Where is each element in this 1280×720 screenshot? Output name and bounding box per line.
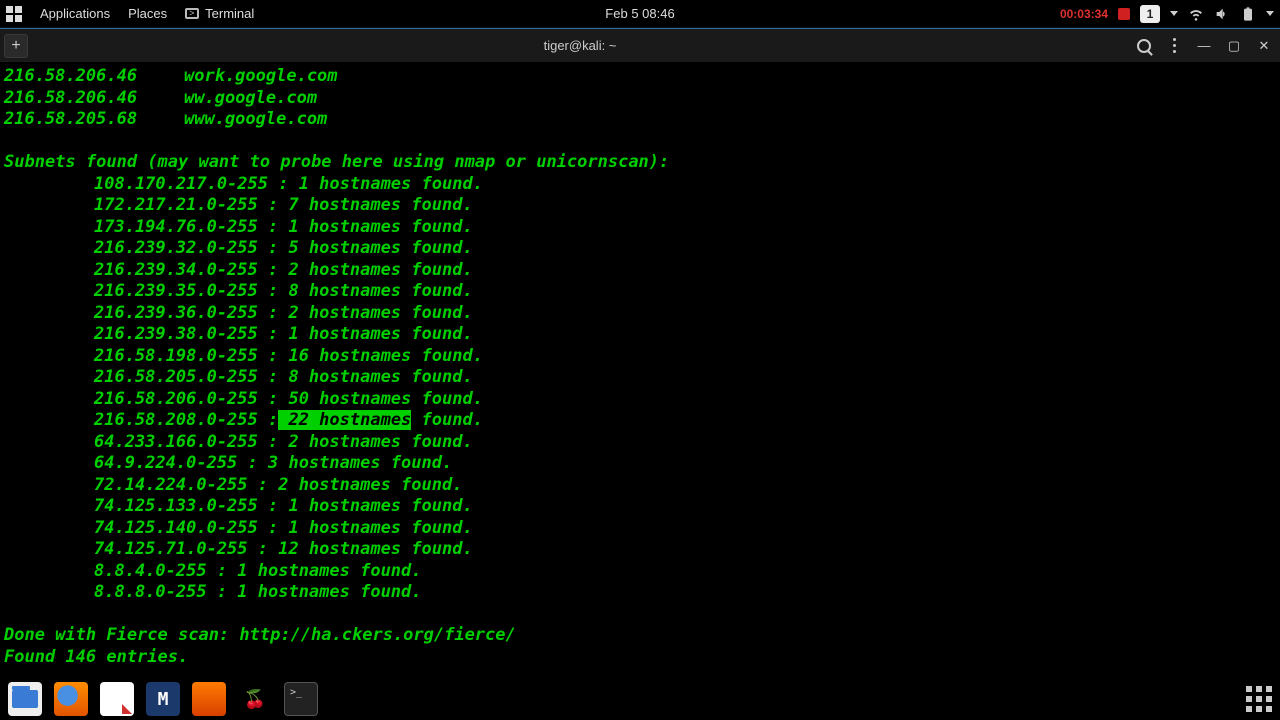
taskbar: M 🍒 xyxy=(0,678,1280,720)
workspace-indicator[interactable]: 1 xyxy=(1140,5,1160,23)
hamburger-menu-button[interactable] xyxy=(1162,34,1186,58)
metasploit-icon[interactable]: M xyxy=(146,682,180,716)
subnet-entry: 173.194.76.0-255 : 1 hostnames found. xyxy=(4,217,1276,239)
subnet-entry: 216.239.34.0-255 : 2 hostnames found. xyxy=(4,260,1276,282)
firefox-icon[interactable] xyxy=(54,682,88,716)
menu-applications[interactable]: Applications xyxy=(40,6,110,21)
maximize-button[interactable]: ▢ xyxy=(1222,34,1246,58)
menu-terminal-label: Terminal xyxy=(205,6,254,21)
gnome-topbar: Applications Places Terminal Feb 5 08:46… xyxy=(0,0,1280,28)
subnet-entry: 216.58.198.0-255 : 16 hostnames found. xyxy=(4,346,1276,368)
battery-icon[interactable] xyxy=(1240,6,1256,22)
done-line: Done with Fierce scan: http://ha.ckers.o… xyxy=(4,625,1276,647)
subnet-entry: 64.233.166.0-255 : 2 hostnames found. xyxy=(4,432,1276,454)
search-icon xyxy=(1137,39,1151,53)
subnet-entry: 74.125.140.0-255 : 1 hostnames found. xyxy=(4,518,1276,540)
cherrytree-icon[interactable]: 🍒 xyxy=(238,682,272,716)
search-button[interactable] xyxy=(1132,34,1156,58)
new-tab-button[interactable]: + xyxy=(4,34,28,58)
activities-button[interactable] xyxy=(6,6,22,22)
files-app-icon[interactable] xyxy=(8,682,42,716)
subnet-entry: 108.170.217.0-255 : 1 hostnames found. xyxy=(4,174,1276,196)
text-editor-icon[interactable] xyxy=(100,682,134,716)
clock[interactable]: Feb 5 08:46 xyxy=(605,6,674,21)
subnet-entry: 74.125.133.0-255 : 1 hostnames found. xyxy=(4,496,1276,518)
subnet-entry: 72.14.224.0-255 : 2 hostnames found. xyxy=(4,475,1276,497)
subnet-entry: 74.125.71.0-255 : 12 hostnames found. xyxy=(4,539,1276,561)
host-entry: 216.58.206.46ww.google.com xyxy=(4,88,1276,110)
keyboard-layout-icon[interactable] xyxy=(1170,11,1178,16)
subnet-entry: 216.239.38.0-255 : 1 hostnames found. xyxy=(4,324,1276,346)
host-entry: 216.58.205.68www.google.com xyxy=(4,109,1276,131)
found-line: Found 146 entries. xyxy=(4,647,1276,669)
subnet-entry: 216.58.205.0-255 : 8 hostnames found. xyxy=(4,367,1276,389)
subnet-entry: 64.9.224.0-255 : 3 hostnames found. xyxy=(4,453,1276,475)
volume-icon[interactable] xyxy=(1214,6,1230,22)
system-menu-chevron-icon[interactable] xyxy=(1266,11,1274,16)
subnet-entry: 172.217.21.0-255 : 7 hostnames found. xyxy=(4,195,1276,217)
menu-places[interactable]: Places xyxy=(128,6,167,21)
window-title: tiger@kali: ~ xyxy=(34,38,1126,53)
minimize-button[interactable]: — xyxy=(1192,34,1216,58)
subnet-entry: 8.8.8.0-255 : 1 hostnames found. xyxy=(4,582,1276,604)
show-applications-button[interactable] xyxy=(1246,686,1272,712)
network-icon[interactable] xyxy=(1188,6,1204,22)
subnet-entry: 216.58.206.0-255 : 50 hostnames found. xyxy=(4,389,1276,411)
subnet-entry: 216.58.208.0-255 : 22 hostnames found. xyxy=(4,410,1276,432)
terminal-icon xyxy=(185,8,199,19)
terminal-titlebar: + tiger@kali: ~ — ▢ ✕ xyxy=(0,28,1280,62)
screen-recording-indicator-icon[interactable] xyxy=(1118,8,1130,20)
subnets-header: Subnets found (may want to probe here us… xyxy=(4,152,1276,174)
subnet-entry: 216.239.32.0-255 : 5 hostnames found. xyxy=(4,238,1276,260)
screen-recording-time[interactable]: 00:03:34 xyxy=(1060,7,1108,21)
menu-terminal[interactable]: Terminal xyxy=(185,6,254,21)
subnet-entry: 8.8.4.0-255 : 1 hostnames found. xyxy=(4,561,1276,583)
menu-icon xyxy=(1173,38,1176,53)
burp-suite-icon[interactable] xyxy=(192,682,226,716)
close-button[interactable]: ✕ xyxy=(1252,34,1276,58)
host-entry: 216.58.206.46work.google.com xyxy=(4,66,1276,88)
terminal-output[interactable]: 216.58.206.46work.google.com216.58.206.4… xyxy=(0,62,1280,678)
terminal-taskbar-icon[interactable] xyxy=(284,682,318,716)
subnet-entry: 216.239.35.0-255 : 8 hostnames found. xyxy=(4,281,1276,303)
subnet-entry: 216.239.36.0-255 : 2 hostnames found. xyxy=(4,303,1276,325)
